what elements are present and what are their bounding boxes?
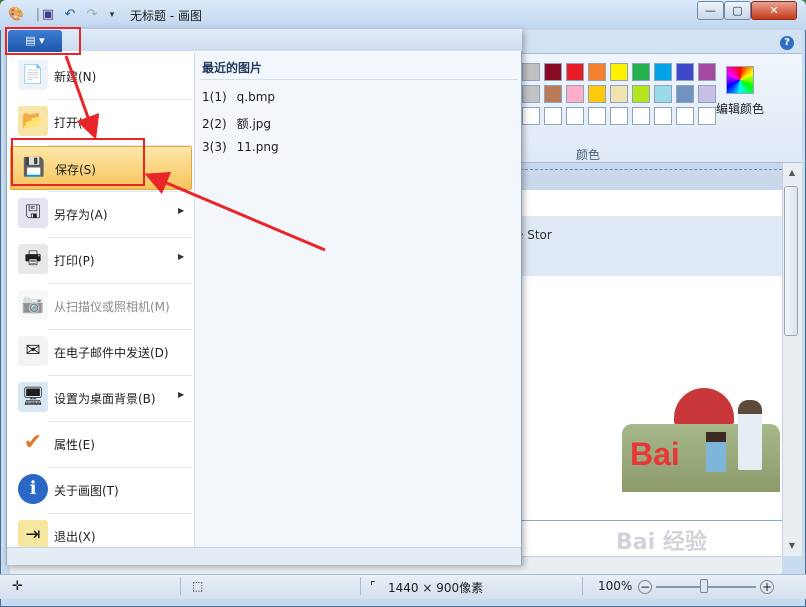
annotation-arrow-down — [64, 55, 100, 140]
baidu-watermark: Bai 经验 — [616, 530, 707, 555]
annotation-arrow-left — [144, 171, 326, 252]
annotation-arrows — [64, 55, 326, 252]
